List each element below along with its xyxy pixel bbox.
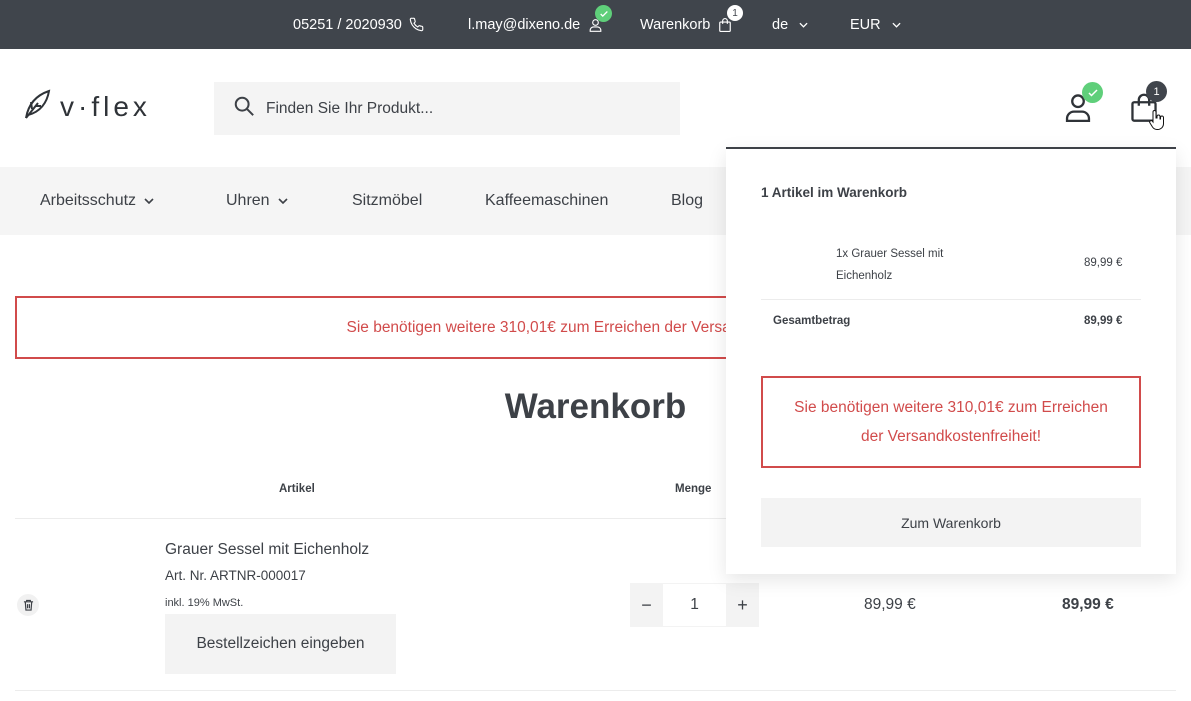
chevron-down-icon <box>144 198 154 204</box>
user-icon[interactable] <box>1064 94 1092 126</box>
chevron-down-icon <box>278 198 288 204</box>
product-vat-note: inkl. 19% MwSt. <box>165 597 244 609</box>
topbar-cart-label[interactable]: Warenkorb <box>640 17 710 33</box>
search-bar[interactable] <box>214 82 680 135</box>
order-reference-button[interactable]: Bestellzeichen eingeben <box>165 614 396 674</box>
remove-item-button[interactable] <box>17 594 39 616</box>
column-header-quantity: Menge <box>675 483 712 495</box>
phone-icon <box>409 17 424 32</box>
search-input[interactable] <box>266 99 656 118</box>
mini-cart-title: 1 Artikel im Warenkorb <box>761 185 908 200</box>
mini-cart-shipping-notice-text: Sie benötigen weitere 310,01€ zum Erreic… <box>794 399 1108 445</box>
cart-button[interactable]: 1 <box>1130 81 1167 130</box>
topbar-phone-number[interactable]: 05251 / 2020930 <box>293 17 402 33</box>
quantity-increase-button[interactable]: + <box>726 583 759 627</box>
divider <box>761 299 1141 300</box>
nav-item-label[interactable]: Uhren <box>226 192 270 210</box>
language-select[interactable]: de <box>772 0 808 49</box>
mini-cart-total-value: 89,99 € <box>1084 315 1123 327</box>
cart-count-badge: 1 <box>1146 81 1167 102</box>
hand-cursor-icon <box>1148 109 1166 136</box>
product-sku: Art. Nr. ARTNR-000017 <box>165 568 306 583</box>
top-bar: 05251 / 2020930 l.may@dixeno.de Warenkor… <box>0 0 1191 49</box>
nav-item-sitzmoebel[interactable]: Sitzmöbel <box>352 167 422 235</box>
column-header-article: Artikel <box>279 483 315 495</box>
quantity-value[interactable]: 1 <box>663 583 726 627</box>
nav-item-uhren[interactable]: Uhren <box>226 167 288 235</box>
chevron-down-icon <box>892 22 901 28</box>
topbar-phone[interactable]: 05251 / 2020930 <box>293 0 424 49</box>
mini-cart-item-name[interactable]: 1x Grauer Sessel mit Eichenholz <box>836 243 986 287</box>
topbar-account[interactable]: l.may@dixeno.de <box>468 0 612 49</box>
quantity-stepper[interactable]: − 1 + <box>630 583 759 627</box>
nav-item-label[interactable]: Blog <box>671 192 703 210</box>
search-icon[interactable] <box>214 95 255 122</box>
currency-select[interactable]: EUR <box>850 0 901 49</box>
check-icon <box>1082 82 1103 103</box>
check-icon <box>595 5 612 22</box>
logo[interactable]: v·flex <box>22 88 151 125</box>
account-button[interactable] <box>1064 82 1103 127</box>
mini-cart-item-price: 89,99 € <box>1084 257 1123 269</box>
topbar-cart[interactable]: Warenkorb 1 <box>640 0 743 49</box>
nav-item-blog[interactable]: Blog <box>671 167 703 235</box>
topbar-cart-count-badge: 1 <box>727 5 743 21</box>
mini-cart-dropdown: 1 Artikel im Warenkorb 1x Grauer Sessel … <box>726 147 1176 574</box>
divider <box>15 690 1176 691</box>
unit-price: 89,99 € <box>864 596 916 613</box>
quantity-decrease-button[interactable]: − <box>630 583 663 627</box>
trash-icon[interactable] <box>23 599 34 611</box>
language-value[interactable]: de <box>772 17 788 33</box>
chevron-down-icon <box>799 22 808 28</box>
nav-item-label[interactable]: Sitzmöbel <box>352 192 422 210</box>
nav-item-label[interactable]: Arbeitsschutz <box>40 192 136 210</box>
go-to-cart-button[interactable]: Zum Warenkorb <box>761 498 1141 547</box>
mini-cart-shipping-notice: Sie benötigen weitere 310,01€ zum Erreic… <box>761 376 1141 468</box>
product-name[interactable]: Grauer Sessel mit Eichenholz <box>165 541 369 559</box>
line-total-price: 89,99 € <box>1062 596 1114 613</box>
nav-item-arbeitsschutz[interactable]: Arbeitsschutz <box>40 167 154 235</box>
currency-value[interactable]: EUR <box>850 17 881 33</box>
nav-item-label[interactable]: Kaffeemaschinen <box>485 192 608 210</box>
topbar-email[interactable]: l.may@dixeno.de <box>468 17 580 33</box>
logo-text: v·flex <box>60 90 151 122</box>
leaf-logo-icon <box>22 88 52 125</box>
nav-item-kaffeemaschinen[interactable]: Kaffeemaschinen <box>485 167 608 235</box>
mini-cart-total-label: Gesamtbetrag <box>773 315 851 327</box>
